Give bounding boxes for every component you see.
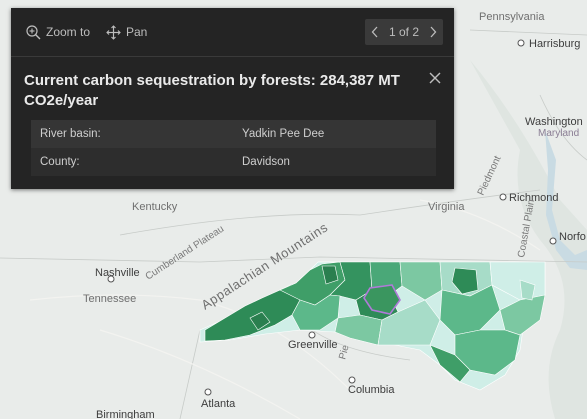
next-feature-button[interactable] [429,26,437,38]
label-kentucky: Kentucky [132,201,178,213]
field-value: Yadkin Pee Dee [242,128,325,140]
feature-popup: Zoom to Pan 1 of 2 Current carbon seques… [11,8,454,189]
table-row: River basin: Yadkin Pee Dee [31,120,436,148]
label-birmingham: Birmingham [96,409,155,419]
pan-icon [106,24,121,40]
popup-toolbar: Zoom to Pan 1 of 2 [11,8,454,57]
pan-label: Pan [126,25,148,39]
field-value: Davidson [242,156,290,168]
label-tennessee: Tennessee [83,293,136,305]
atlanta-dot [204,388,212,396]
zoom-to-label: Zoom to [46,25,91,39]
pager-text: 1 of 2 [388,25,420,39]
feature-pager: 1 of 2 [365,19,443,45]
label-columbia: Columbia [348,384,395,396]
harrisburg-dot [517,39,525,47]
norfolk-dot [549,237,557,245]
label-harrisburg: Harrisburg [529,38,580,50]
table-row: County: Davidson [31,148,436,176]
close-button[interactable] [428,71,442,85]
zoom-in-icon [26,24,41,40]
previous-feature-button[interactable] [371,26,379,38]
chevron-right-icon [430,26,437,38]
label-virginia: Virginia [428,201,465,213]
label-atlanta: Atlanta [201,398,236,410]
columbia-dot [348,376,356,384]
label-nashville: Nashville [95,267,140,279]
field-name: River basin: [40,128,101,140]
zoom-to-button[interactable]: Zoom to [26,22,90,42]
label-washington: Washington [525,116,583,128]
chevron-left-icon [371,26,378,38]
popup-title: Current carbon sequestration by forests:… [24,72,400,109]
label-maryland: Maryland [538,128,579,139]
greenville-dot [308,331,316,339]
close-icon [429,72,441,84]
field-name: County: [40,156,80,168]
label-norfolk: Norfo [559,231,586,243]
attribute-table: River basin: Yadkin Pee Dee County: Davi… [31,120,436,176]
label-pennsylvania: Pennsylvania [479,11,545,23]
label-greenville: Greenville [288,339,338,351]
richmond-dot [499,193,507,201]
pan-button[interactable]: Pan [106,22,147,42]
